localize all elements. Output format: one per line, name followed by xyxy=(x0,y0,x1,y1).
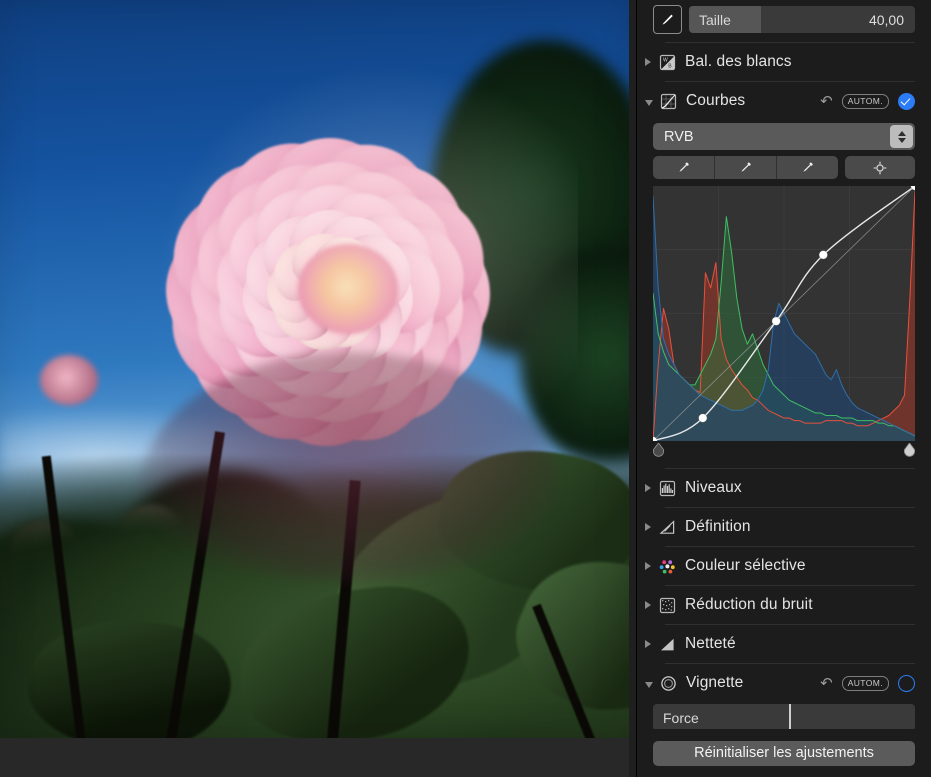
brush-size-value: 40,00 xyxy=(869,12,915,28)
section-white-balance[interactable]: W B Bal. des blancs xyxy=(637,43,931,81)
photo-vignette-edge xyxy=(0,0,629,738)
black-point-handle[interactable] xyxy=(653,443,664,457)
curve-graph[interactable] xyxy=(653,186,915,441)
white-point-handle[interactable] xyxy=(904,443,915,457)
undo-icon[interactable]: ↶ xyxy=(820,94,833,109)
curve-canvas[interactable] xyxy=(653,186,915,441)
definition-icon xyxy=(658,518,677,537)
section-label: Netteté xyxy=(685,635,736,653)
eyedropper-group xyxy=(653,156,838,179)
enable-toggle-vignette[interactable] xyxy=(898,675,915,692)
section-vignette[interactable]: Vignette ↶ AUTOM. xyxy=(637,664,931,702)
adjustments-panel: Taille 40,00 W B Bal. des blancs xyxy=(637,0,931,777)
section-levels[interactable]: Niveaux xyxy=(637,469,931,507)
auto-button[interactable]: AUTOM. xyxy=(842,676,889,691)
disclosure-triangle-white-balance[interactable] xyxy=(645,58,651,66)
disclosure-triangle-selective-color[interactable] xyxy=(645,562,651,570)
white-point-eyedropper[interactable] xyxy=(777,156,838,179)
enable-toggle-curves[interactable] xyxy=(898,93,915,110)
section-selective-color[interactable]: Couleur sélective xyxy=(637,547,931,585)
sharpen-icon xyxy=(658,635,677,654)
selective-color-icon xyxy=(658,557,677,576)
disclosure-triangle-levels[interactable] xyxy=(645,484,651,492)
auto-button[interactable]: AUTOM. xyxy=(842,94,889,109)
curve-editor[interactable] xyxy=(653,186,915,459)
photo-viewer xyxy=(0,0,637,777)
curve-channel-select[interactable]: RVB xyxy=(653,123,915,150)
reset-bar: Réinitialiser les ajustements xyxy=(637,729,931,777)
photo-editor-window: Taille 40,00 W B Bal. des blancs xyxy=(0,0,931,777)
vignette-force-row: Force xyxy=(653,704,915,729)
slider-knob[interactable] xyxy=(789,704,791,729)
adjustments-scroll-area[interactable]: Taille 40,00 W B Bal. des blancs xyxy=(637,0,931,729)
curve-channel-value: RVB xyxy=(653,129,694,145)
section-label: Bal. des blancs xyxy=(685,53,792,71)
section-label: Définition xyxy=(685,518,751,536)
section-label: Couleur sélective xyxy=(685,557,806,575)
svg-text:W: W xyxy=(663,57,668,63)
photo-image[interactable] xyxy=(0,0,629,738)
vignette-force-label: Force xyxy=(653,710,699,726)
curve-picker-row xyxy=(653,156,915,179)
curve-endpoint-row xyxy=(653,443,915,459)
brush-size-label: Taille xyxy=(689,12,731,28)
disclosure-triangle-definition[interactable] xyxy=(645,523,651,531)
disclosure-triangle-curves[interactable] xyxy=(645,100,653,106)
curves-icon xyxy=(659,92,678,111)
vignette-icon xyxy=(659,674,678,693)
section-definition[interactable]: Définition xyxy=(637,508,931,546)
chevron-updown-icon[interactable] xyxy=(890,125,913,148)
section-noise-reduction[interactable]: Réduction du bruit xyxy=(637,586,931,624)
brush-size-slider[interactable]: Taille 40,00 xyxy=(689,6,915,33)
target-point-picker[interactable] xyxy=(845,156,915,179)
section-label: Réduction du bruit xyxy=(685,596,813,614)
section-label: Niveaux xyxy=(685,479,742,497)
noise-reduction-icon xyxy=(658,596,677,615)
section-sharpen[interactable]: Netteté xyxy=(637,625,931,663)
black-point-eyedropper[interactable] xyxy=(653,156,715,179)
section-curves[interactable]: Courbes ↶ AUTOM. xyxy=(637,82,931,120)
disclosure-triangle-noise-reduction[interactable] xyxy=(645,601,651,609)
viewer-toolbar-strip xyxy=(0,738,629,777)
target-icon xyxy=(872,160,888,176)
white-balance-icon: W B xyxy=(658,53,677,72)
disclosure-triangle-vignette[interactable] xyxy=(645,682,653,688)
disclosure-triangle-sharpen[interactable] xyxy=(645,640,651,648)
reset-adjustments-button[interactable]: Réinitialiser les ajustements xyxy=(653,741,915,766)
section-label: Vignette xyxy=(686,674,743,692)
section-label: Courbes xyxy=(686,92,745,110)
gray-point-eyedropper[interactable] xyxy=(715,156,777,179)
levels-icon xyxy=(658,479,677,498)
undo-icon[interactable]: ↶ xyxy=(820,676,833,691)
brush-icon[interactable] xyxy=(653,5,682,34)
vignette-force-slider[interactable]: Force xyxy=(653,704,915,729)
brush-size-row: Taille 40,00 xyxy=(637,0,931,34)
